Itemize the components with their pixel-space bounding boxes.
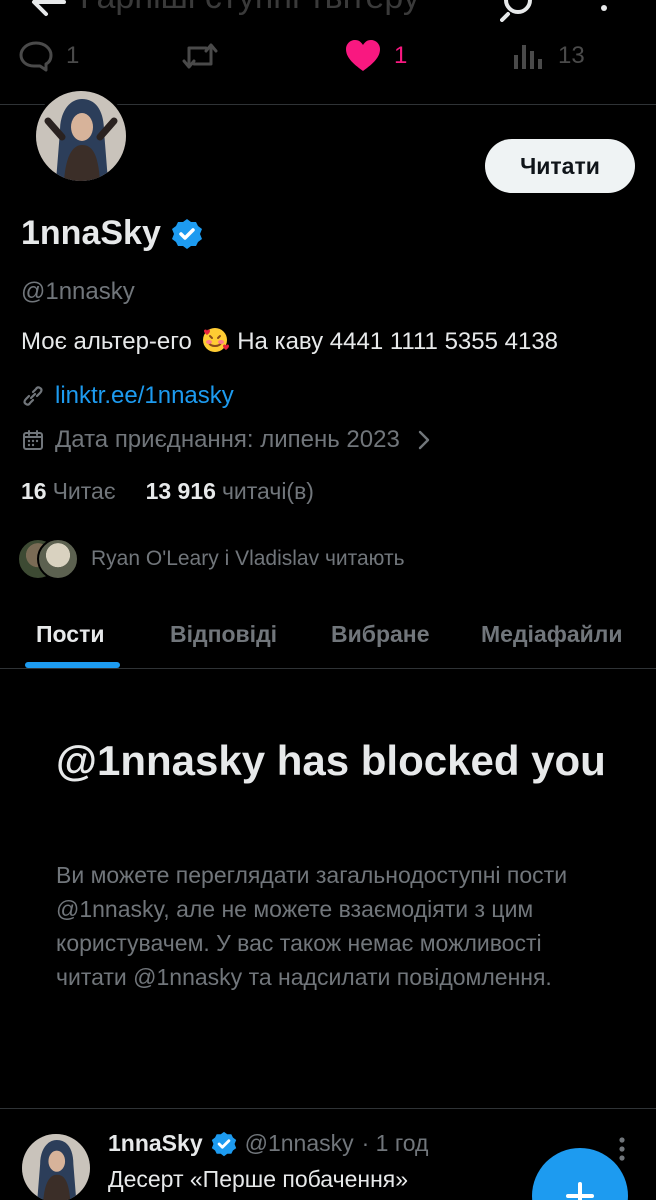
chevron-right-icon: [418, 430, 430, 450]
search-icon[interactable]: [500, 0, 540, 22]
following-count: 16: [21, 478, 47, 504]
following-label: Читає: [52, 478, 116, 504]
display-name: 1nnaSky: [21, 214, 161, 252]
avatar-image: [22, 1134, 90, 1200]
profile-tabs: Пости Відповіді Вибране Медіафайли: [0, 600, 656, 668]
followers-stat[interactable]: 13 916 читачі(в): [146, 478, 314, 505]
following-stat[interactable]: 16 Читає: [21, 478, 116, 505]
joined-date: Дата приєднання: липень 2023: [55, 426, 400, 453]
like-count: 1: [394, 42, 408, 69]
views-icon: [514, 45, 542, 69]
views-action[interactable]: 13: [512, 32, 585, 80]
post-author-handle: @1nnasky: [244, 1130, 354, 1156]
post-text: Десерт «Перше побачення»: [108, 1166, 409, 1192]
blocked-message: Ви можете переглядати загальнодоступні п…: [56, 862, 568, 990]
retweet-icon: [182, 43, 218, 69]
link-icon: [23, 386, 43, 406]
follow-button[interactable]: Читати: [485, 139, 635, 193]
calendar-icon: [23, 430, 43, 450]
bio-text-start: Моє альтер-его: [21, 328, 192, 355]
profile-website-link[interactable]: linktr.ee/1nnasky: [55, 382, 234, 410]
reply-action[interactable]: 1: [18, 32, 79, 80]
followers-label: читачі(в): [221, 478, 314, 504]
known-follower-avatar: [37, 538, 79, 580]
tab-replies[interactable]: Відповіді: [170, 600, 277, 668]
post-header: 1nnaSky @1nnasky · 1 год: [108, 1130, 428, 1157]
known-followers-avatars: [17, 538, 79, 580]
tab-posts[interactable]: Пости: [36, 600, 104, 668]
more-vertical-icon[interactable]: [612, 1136, 632, 1162]
follow-stats: 16 Читає 13 916 читачі(в): [21, 478, 314, 505]
profile-bio: Моє альтер-его На каву 4441 1111 5355 41…: [21, 326, 558, 356]
profile-link-row: linktr.ee/1nnasky: [21, 382, 234, 410]
verified-badge-icon[interactable]: [171, 218, 203, 250]
tab-highlights[interactable]: Вибране: [331, 600, 429, 668]
post-author-avatar[interactable]: [22, 1134, 90, 1200]
avatar-image: [36, 91, 126, 181]
post-action-bar: 1 1 13: [0, 32, 656, 80]
blocked-title: @1nnasky has blocked you: [56, 737, 606, 784]
retweet-action[interactable]: [180, 32, 232, 80]
profile-name-row: 1nnaSky: [21, 214, 203, 253]
divider: [0, 1108, 656, 1109]
like-action[interactable]: 1: [344, 32, 407, 80]
known-followers[interactable]: Ryan O'Leary і Vladislav читають: [17, 538, 405, 580]
reply-icon: [19, 41, 53, 72]
followers-count: 13 916: [145, 478, 216, 504]
heart-icon: [346, 40, 380, 71]
divider: [0, 668, 656, 669]
smiling-face-with-hearts-icon: [202, 328, 229, 352]
previous-post-text: Гарніші ступні твітеру: [80, 0, 420, 17]
views-count: 13: [558, 42, 585, 69]
post-author-name[interactable]: 1nnaSky: [108, 1130, 203, 1157]
verified-badge-icon: [211, 1131, 236, 1156]
profile-joined-row[interactable]: Дата приєднання: липень 2023: [21, 426, 434, 454]
known-followers-text: Ryan O'Leary і Vladislav читають: [91, 547, 405, 570]
more-vertical-icon[interactable]: [592, 0, 616, 22]
profile-avatar[interactable]: [33, 88, 129, 184]
back-arrow-icon[interactable]: [28, 0, 68, 22]
reply-count: 1: [66, 42, 80, 69]
plus-icon: [566, 1182, 594, 1200]
bio-text-end: На каву 4441 1111 5355 4138: [237, 328, 559, 355]
profile-handle: @1nnasky: [21, 278, 135, 305]
post-time: · 1 год: [361, 1130, 429, 1156]
tab-media[interactable]: Медіафайли: [481, 600, 623, 668]
